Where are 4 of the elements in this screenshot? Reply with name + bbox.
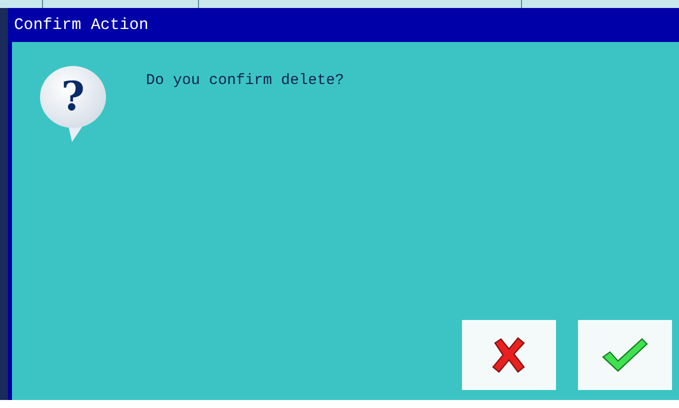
cancel-button[interactable] xyxy=(462,320,556,390)
window-title: Confirm Action xyxy=(14,16,148,34)
confirm-button[interactable] xyxy=(578,320,672,390)
dialog-message: Do you confirm delete? xyxy=(146,72,344,89)
